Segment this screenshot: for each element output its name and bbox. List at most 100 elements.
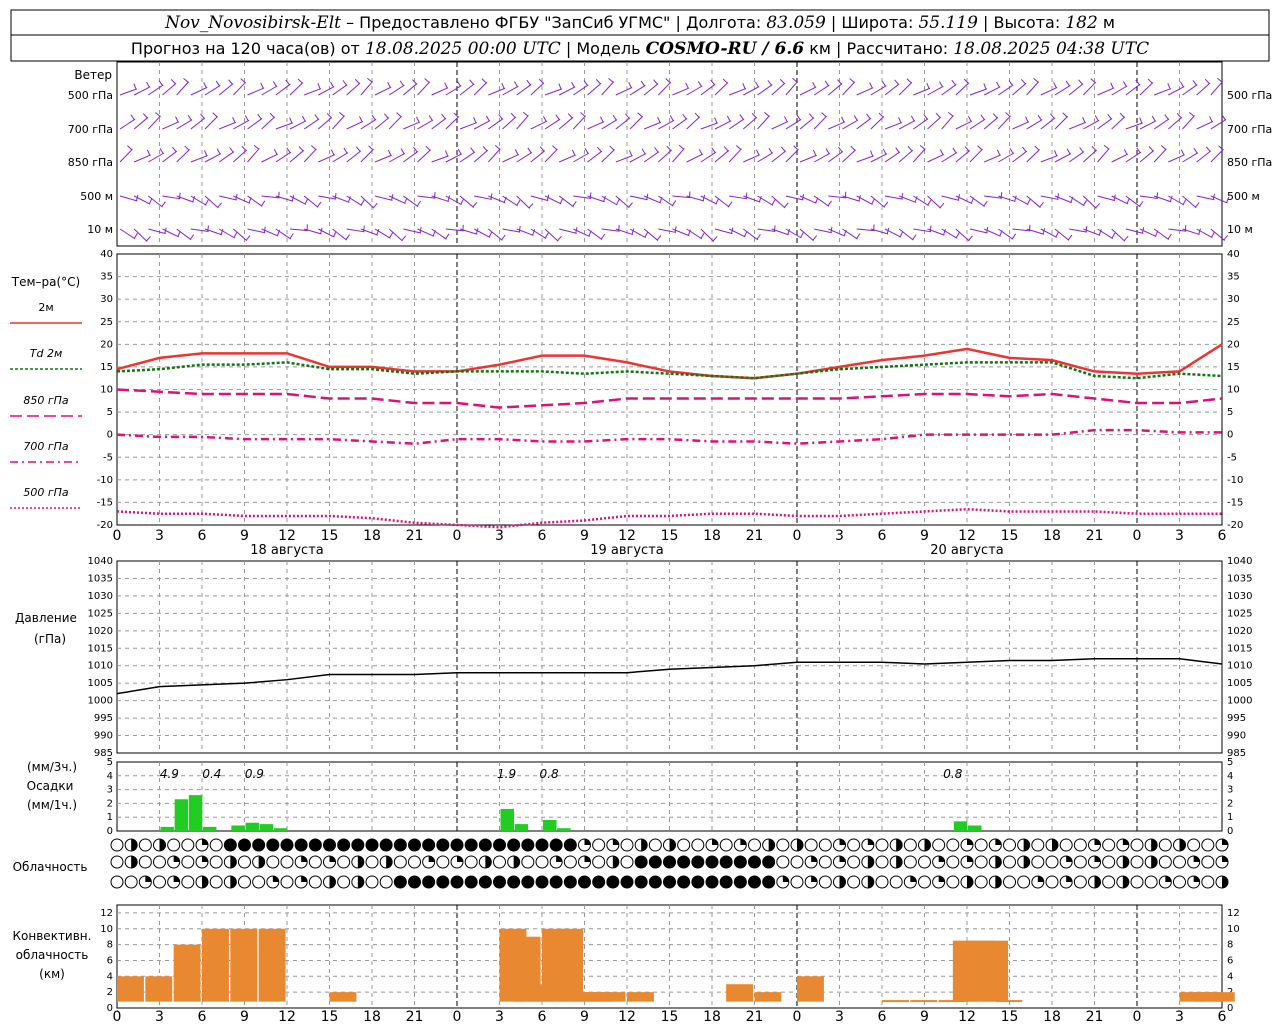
wind-barb-flag: [812, 149, 817, 156]
wind-barb: [941, 115, 954, 130]
wind-barb: [1040, 117, 1056, 130]
cloud-cover-fill: [1151, 839, 1158, 851]
wind-barb-flag: [314, 114, 319, 120]
station-name: Nov_Novosibirsk-Elt: [164, 13, 341, 33]
cloud-cover-symbol: [223, 838, 237, 852]
wind-barb: [1125, 122, 1143, 130]
wind-barb: [318, 154, 335, 163]
wind-barb: [615, 155, 633, 163]
wind-barb-flag: [824, 80, 829, 86]
wind-barb-flag: [1205, 146, 1211, 152]
x-hour-label-conv: 6: [198, 1009, 207, 1024]
cloud-cover-symbol: [351, 838, 365, 852]
pressure-title: Давление: [15, 611, 77, 625]
wind-barb: [700, 151, 717, 163]
cloud-cover-symbol: [337, 838, 351, 852]
wind-barb: [1026, 119, 1043, 130]
wind-barb-flag: [387, 149, 392, 156]
wind-barb-flag: [938, 81, 943, 87]
wind-barb-flag: [571, 81, 575, 88]
cloud-cover-fill: [584, 839, 591, 845]
wind-barb-flag: [640, 80, 645, 87]
wind-barb-flag: [1148, 146, 1154, 152]
wind-barb: [672, 118, 688, 130]
wind-title: Ветер: [74, 68, 112, 82]
wind-barb-flag: [869, 82, 873, 89]
cloud-cover-fill: [1193, 856, 1200, 862]
wind-barb-flag: [866, 113, 871, 120]
wind-barb-flag: [674, 226, 677, 233]
x-hour-label-conv: 6: [538, 1009, 547, 1024]
wind-barb: [1210, 81, 1224, 96]
wind-barb-flag: [1221, 114, 1226, 121]
wind-barb-flag: [538, 78, 544, 84]
wind-barb-flag: [289, 233, 294, 239]
wind-barb: [771, 120, 789, 130]
cloud-cover-symbol: [889, 875, 903, 889]
conv-bar: [754, 992, 782, 1002]
wind-barb-flag: [996, 149, 1001, 156]
cloud-cover-fill: [1122, 856, 1129, 868]
wind-barb-flag: [396, 112, 402, 118]
cloud-cover-symbol: [818, 838, 832, 852]
temp-legend-label: 850 гПа: [23, 394, 69, 407]
wind-barb: [544, 118, 561, 130]
wind-barb-flag: [172, 146, 177, 153]
precip-title: Осадки: [27, 779, 74, 793]
wind-barb-flag: [253, 144, 260, 150]
wind-barb-flag: [907, 146, 913, 152]
wind-barb: [162, 82, 177, 96]
wind-barb: [1210, 119, 1227, 130]
wind-barb: [403, 151, 419, 163]
precip-ytick-right: 3: [1227, 785, 1233, 796]
sep-4: |: [566, 39, 576, 58]
pressure-ytick-left: 995: [94, 713, 113, 724]
wind-barb-flag: [992, 113, 998, 119]
wind-barb: [1125, 151, 1142, 163]
wind-barb: [714, 150, 730, 163]
x-hour-label-conv: 0: [453, 1009, 462, 1024]
wind-barb-flag: [755, 149, 760, 156]
cloud-cover-fill: [938, 856, 945, 862]
cloud-cover-fill: [1066, 856, 1073, 862]
wind-barb: [318, 86, 335, 96]
wind-barb: [870, 153, 888, 163]
wind-barb: [842, 81, 856, 96]
wind-barb-flag: [572, 201, 577, 207]
wind-barb-flag: [428, 115, 433, 121]
x-hour-label-temp: 12: [618, 528, 636, 544]
wind-barb-flag: [542, 115, 547, 122]
wind-barb: [1196, 82, 1211, 96]
x-hour-label-conv: 21: [406, 1009, 424, 1024]
cloud-cover-symbol: [1073, 855, 1087, 869]
wind-barb: [856, 117, 872, 130]
wind-barb-flag: [241, 145, 247, 151]
wind-barb: [190, 86, 208, 96]
wind-barb-flag: [342, 80, 347, 86]
cloud-cover-symbol: [1073, 838, 1087, 852]
cloud-cover-symbol: [974, 875, 988, 889]
pressure-ytick-right: 1005: [1227, 678, 1252, 689]
wind-barb: [459, 122, 477, 130]
x-hour-label-temp: 15: [1001, 528, 1019, 544]
wind-barb-flag: [297, 78, 303, 84]
wind-barb: [360, 81, 374, 96]
precip-ytick-right: 2: [1227, 798, 1233, 809]
wind-barb-flag: [215, 80, 220, 87]
cloud-cover-symbol: [209, 838, 223, 852]
wind-barb: [1040, 155, 1058, 163]
cloud-cover-symbol: [549, 838, 563, 852]
precip-bar: [543, 819, 557, 831]
wind-barb-flag: [583, 80, 588, 86]
cloud-cover-symbol: [535, 855, 549, 869]
cloud-cover-symbol: [1045, 855, 1059, 869]
wind-barb: [1097, 87, 1115, 96]
temp-ytick-right: 35: [1227, 272, 1240, 283]
cloud-cover-symbol: [818, 855, 832, 869]
wind-barb-flag: [1107, 113, 1112, 120]
pressure-ytick-left: 1020: [88, 626, 113, 637]
pressure-ytick-left: 1025: [88, 608, 113, 619]
wind-barb-flag: [170, 79, 176, 85]
pressure-ytick-right: 995: [1227, 713, 1246, 724]
pressure-ytick-right: 1010: [1227, 661, 1252, 672]
